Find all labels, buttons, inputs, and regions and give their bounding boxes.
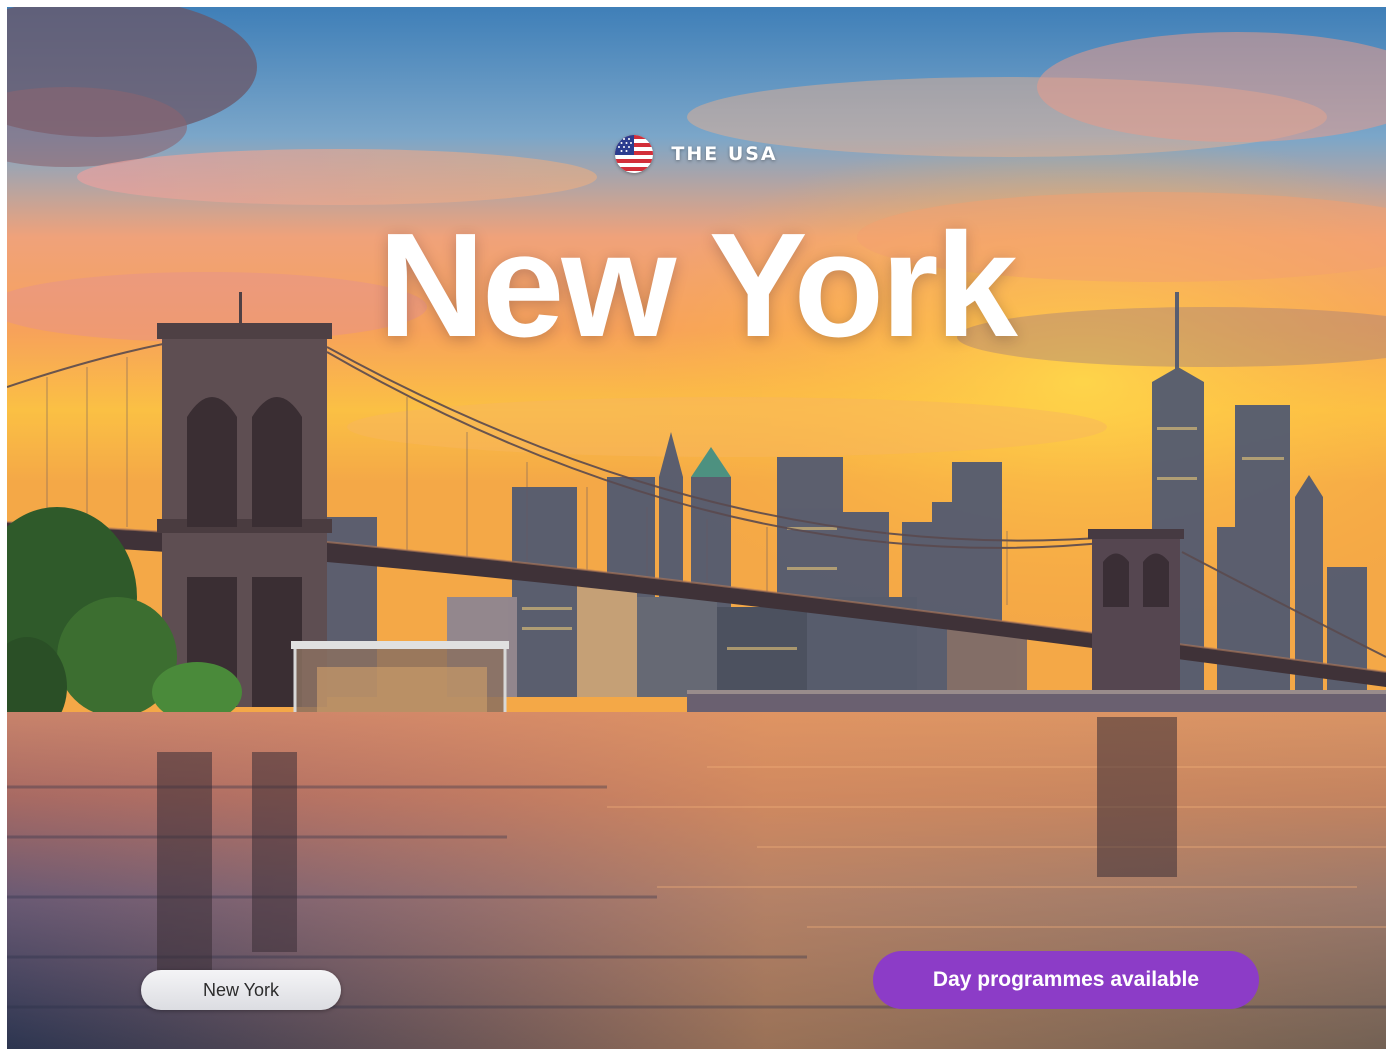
hero-card: THE USA New York New York Day programmes…	[7, 7, 1386, 1049]
us-flag-icon	[615, 135, 654, 173]
location-tag[interactable]: New York	[141, 970, 341, 1010]
country-label: THE USA	[671, 143, 778, 165]
day-programmes-button[interactable]: Day programmes available	[873, 951, 1259, 1009]
country-header: THE USA	[7, 135, 1386, 173]
city-title: New York	[378, 203, 1018, 368]
